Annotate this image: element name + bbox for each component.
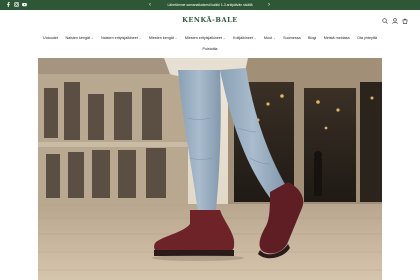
social-links bbox=[6, 2, 27, 7]
nav-row-primary: Uutuudet Naisten kengät ⌄ Naisten erityis… bbox=[0, 36, 420, 40]
chevron-down-icon: ⌄ bbox=[273, 36, 276, 40]
nav-item-ota-yhteytta[interactable]: Ota yhteyttä bbox=[357, 36, 377, 40]
nav-item-poistotila[interactable]: Poistotila bbox=[0, 47, 420, 51]
cart-icon[interactable] bbox=[402, 18, 408, 24]
nav-item-naisten-erityisjalkineet[interactable]: Naisten erityisjalkineet ⌄ bbox=[101, 36, 141, 40]
nav-item-muut[interactable]: Muut ⌄ bbox=[264, 36, 276, 40]
nav-item-miesten-erityisjalkineet[interactable]: Miesten erityisjalkineet ⌄ bbox=[185, 36, 226, 40]
header-actions bbox=[382, 18, 408, 24]
chevron-down-icon: ⌄ bbox=[138, 36, 142, 40]
site-header: KENKÄ-BALE bbox=[0, 10, 420, 32]
chevron-down-icon: ⌄ bbox=[91, 36, 94, 40]
nav-item-blogi[interactable]: Blogi bbox=[308, 36, 316, 40]
nav-item-miesten-kengat[interactable]: Miesten kengät ⌄ bbox=[149, 36, 178, 40]
announcement-bar: ‹ Lähetämme samanaikaisesti kaikki 1-3 a… bbox=[0, 0, 420, 10]
nav-item-kotijalkineet[interactable]: Kotijalkineet ⌄ bbox=[233, 36, 256, 40]
account-icon[interactable] bbox=[392, 18, 398, 24]
youtube-icon[interactable] bbox=[22, 2, 27, 7]
chevron-down-icon: ⌄ bbox=[174, 36, 178, 40]
main-navigation: Uutuudet Naisten kengät ⌄ Naisten erityis… bbox=[0, 33, 420, 55]
nav-item-naisten-kengat[interactable]: Naisten kengät ⌄ bbox=[66, 36, 94, 40]
nav-item-uutuudet[interactable]: Uutuudet bbox=[43, 36, 58, 40]
chevron-down-icon: ⌄ bbox=[253, 36, 257, 40]
hero-photo bbox=[38, 58, 382, 280]
chevron-left-icon[interactable]: ‹ bbox=[149, 1, 151, 9]
nav-item-suomessa[interactable]: Suomessa bbox=[283, 36, 300, 40]
chevron-right-icon[interactable]: › bbox=[268, 1, 270, 9]
announcement-text: Lähetämme samanaikaisesti kaikki 1-3 ark… bbox=[167, 3, 253, 7]
hero-banner[interactable] bbox=[38, 58, 382, 280]
search-icon[interactable] bbox=[382, 18, 388, 24]
facebook-icon[interactable] bbox=[6, 2, 11, 7]
brand-logo[interactable]: KENKÄ-BALE bbox=[0, 16, 420, 24]
nav-item-meista[interactable]: Meistä meidasa bbox=[324, 36, 350, 40]
chevron-down-icon: ⌄ bbox=[222, 36, 226, 40]
instagram-icon[interactable] bbox=[14, 2, 19, 7]
